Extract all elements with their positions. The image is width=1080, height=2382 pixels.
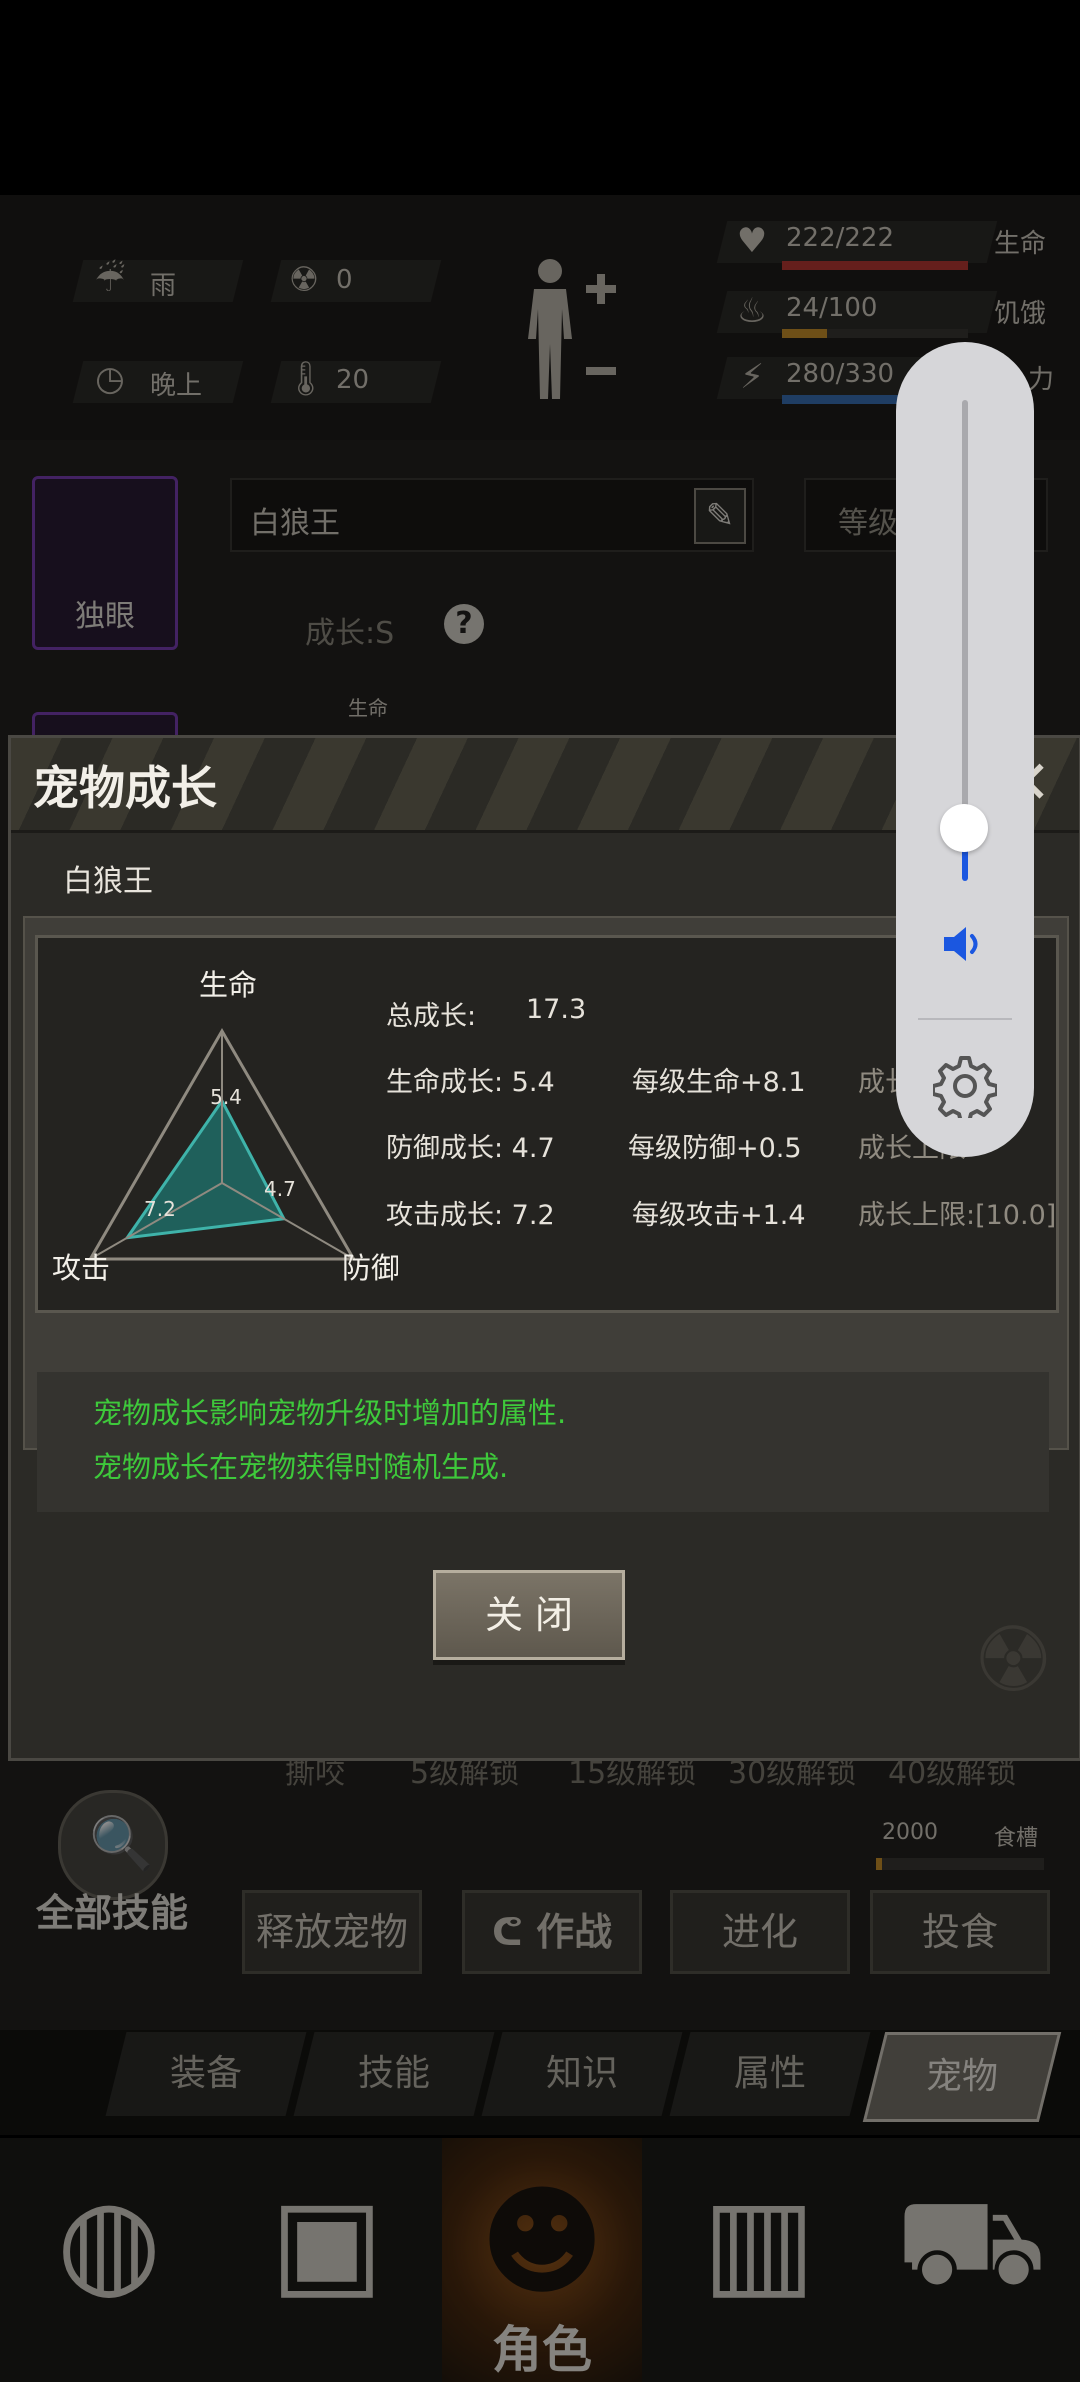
attack-per-level: 每级攻击+1.4	[632, 1200, 806, 1231]
volume-slider-thumb[interactable]	[940, 804, 988, 852]
info-line-1: 宠物成长影响宠物升级时增加的属性.	[93, 1396, 567, 1430]
radar-label-defense: 防御	[342, 1251, 398, 1285]
radiation-watermark-icon: ☢	[973, 1608, 1054, 1713]
dialog-pet-name: 白狼王	[63, 864, 153, 899]
attack-growth-limit: 成长上限:[10.0]	[858, 1200, 1057, 1231]
attack-growth: 攻击成长: 7.2	[386, 1200, 555, 1231]
close-button[interactable]: 关 闭	[433, 1570, 625, 1660]
speaker-icon[interactable]	[942, 924, 988, 964]
total-growth-value: 17.3	[526, 994, 587, 1025]
info-box: 宠物成长影响宠物升级时增加的属性. 宠物成长在宠物获得时随机生成.	[37, 1372, 1049, 1512]
dialog-title: 宠物成长	[33, 761, 217, 815]
radar-value-defense: 4.7	[264, 1177, 296, 1201]
defense-per-level: 每级防御+0.5	[628, 1133, 802, 1164]
info-line-2: 宠物成长在宠物获得时随机生成.	[93, 1450, 509, 1484]
volume-panel	[896, 342, 1034, 1157]
defense-growth: 防御成长: 4.7	[386, 1133, 555, 1164]
settings-gear-icon[interactable]	[933, 1054, 997, 1118]
radar-label-life: 生命	[199, 968, 257, 1002]
radar-value-attack: 7.2	[144, 1197, 176, 1221]
total-growth-label: 总成长:	[386, 1001, 477, 1032]
radar-label-attack: 攻击	[52, 1251, 110, 1285]
life-per-level: 每级生命+8.1	[632, 1067, 806, 1098]
growth-radar-chart: 生命 攻击 防御 5.4 4.7 7.2	[52, 968, 398, 1285]
life-growth: 生命成长: 5.4	[386, 1067, 555, 1098]
volume-divider	[918, 1018, 1012, 1020]
radar-value-life: 5.4	[210, 1085, 242, 1109]
